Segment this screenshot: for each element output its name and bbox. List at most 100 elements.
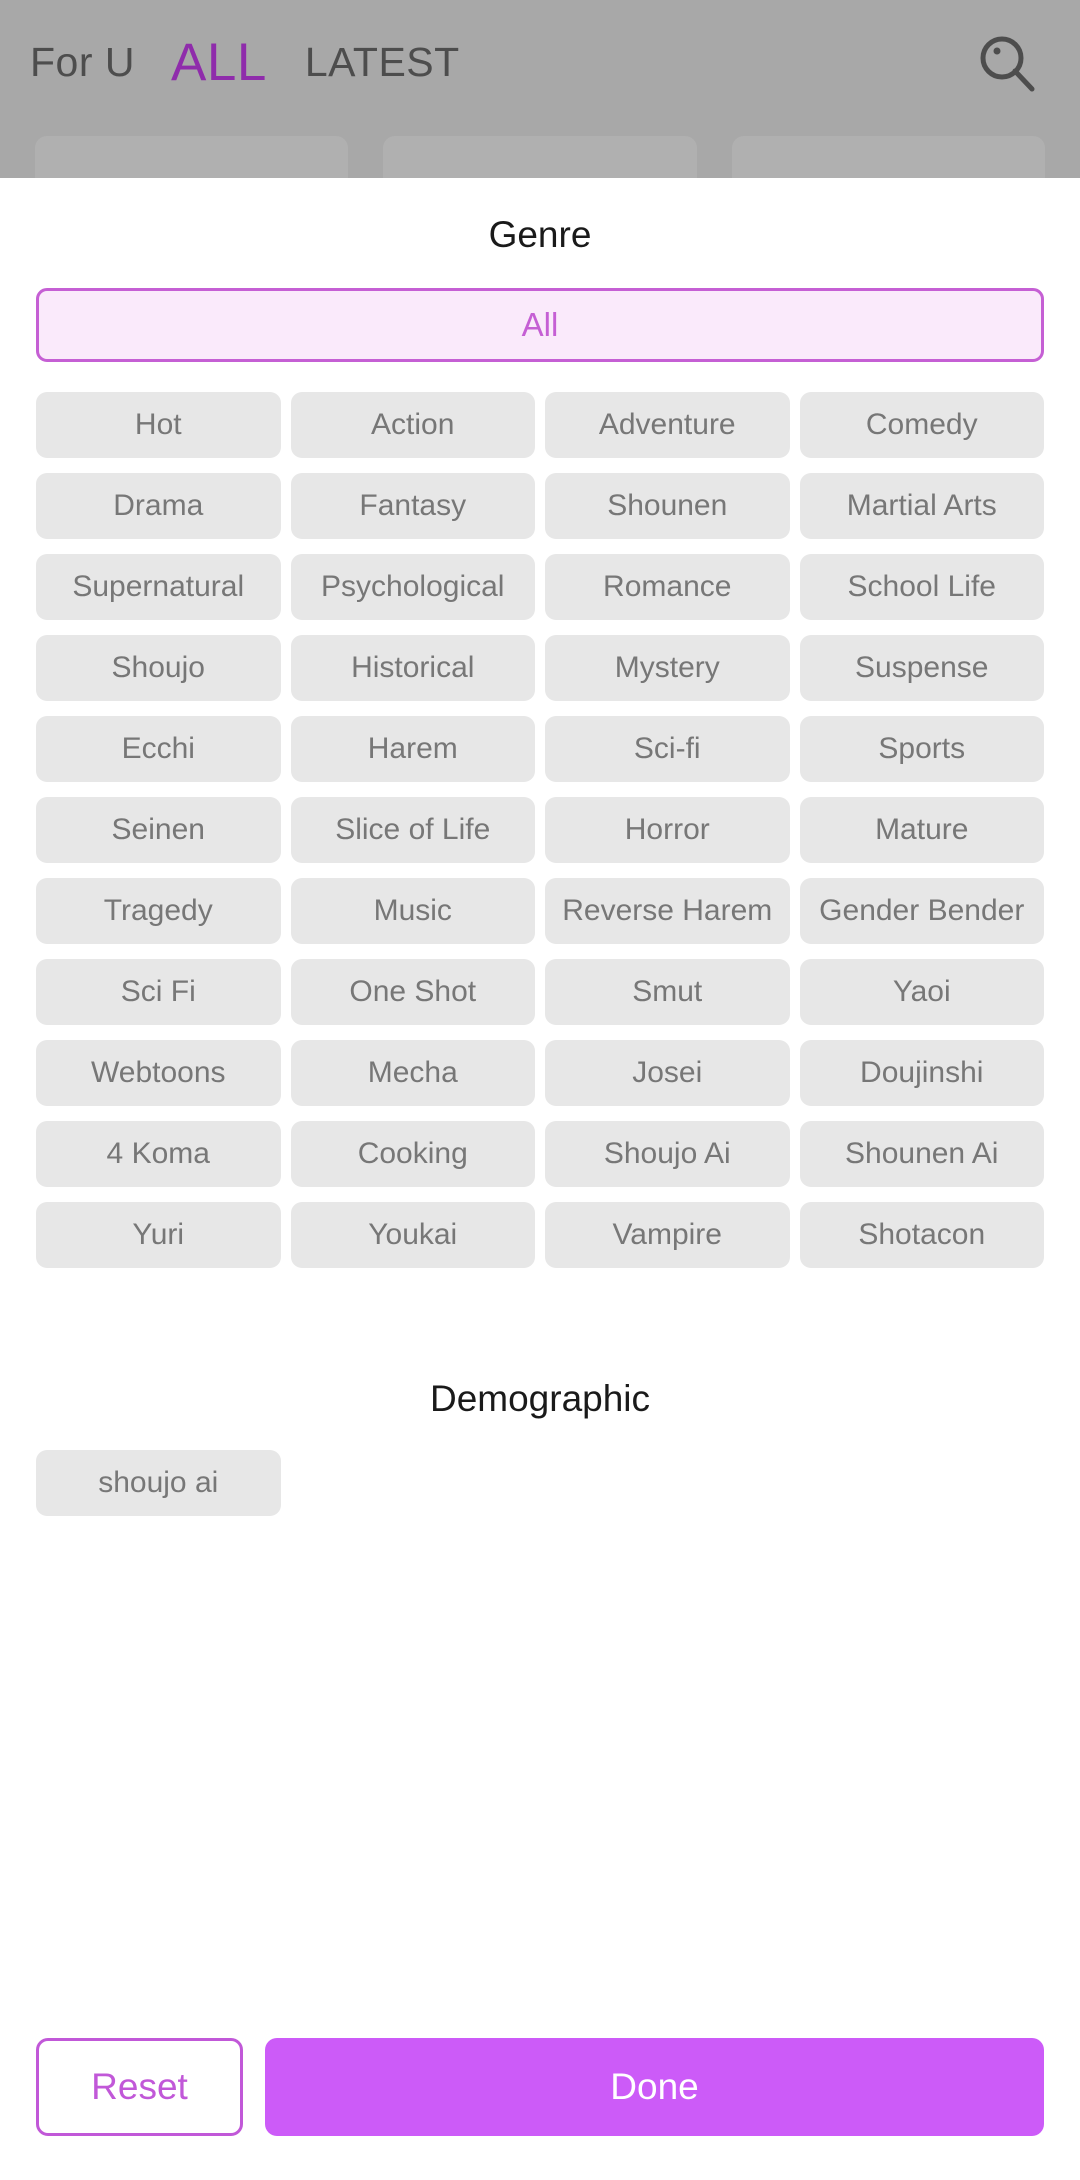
genre-chip[interactable]: Shounen Ai	[799, 1121, 1044, 1187]
genre-chip[interactable]: Youkai	[290, 1202, 535, 1268]
genre-chip-label: Drama	[113, 489, 204, 522]
genre-chip-label: Smut	[632, 975, 703, 1008]
genre-chip-label: Music	[373, 894, 452, 927]
genre-chip-label: Vampire	[612, 1218, 722, 1251]
genre-chip[interactable]: 4 Koma	[36, 1121, 281, 1187]
genre-chip[interactable]: Harem	[290, 716, 535, 782]
genre-chip[interactable]: Sci-fi	[545, 716, 790, 782]
genre-chip[interactable]: Yuri	[36, 1202, 281, 1268]
genre-chip[interactable]: Webtoons	[36, 1040, 281, 1106]
genre-chip[interactable]: Psychological	[290, 554, 535, 620]
genre-chip-label: Mystery	[614, 651, 720, 684]
genre-chip[interactable]: Hot	[36, 392, 281, 458]
genre-chip-label: Josei	[632, 1056, 703, 1089]
demographic-chip[interactable]: shoujo ai	[36, 1450, 281, 1516]
genre-chip[interactable]: Martial Arts	[799, 473, 1044, 539]
done-button-label: Done	[610, 2066, 699, 2107]
genre-chip-label: Sci Fi	[120, 975, 196, 1008]
genre-chip-label: School Life	[847, 570, 996, 603]
genre-chip-label: Shotacon	[858, 1218, 986, 1251]
genre-chip[interactable]: Sports	[799, 716, 1044, 782]
genre-chip-label: Suspense	[855, 651, 989, 684]
genre-chip[interactable]: Comedy	[799, 392, 1044, 458]
genre-chip[interactable]: Mecha	[290, 1040, 535, 1106]
genre-chip-label: Doujinshi	[860, 1056, 984, 1089]
genre-chip-label: Gender Bender	[819, 894, 1025, 927]
genre-chip-label: Fantasy	[359, 489, 467, 522]
genre-chip-label: Sports	[878, 732, 966, 765]
genre-chip[interactable]: Gender Bender	[799, 878, 1044, 944]
genre-chip[interactable]: Josei	[545, 1040, 790, 1106]
genre-chip[interactable]: Cooking	[290, 1121, 535, 1187]
genre-chip-label: Adventure	[598, 408, 736, 441]
reset-button[interactable]: Reset	[36, 2038, 243, 2136]
genre-chip[interactable]: Adventure	[545, 392, 790, 458]
genre-chip-label: Seinen	[111, 813, 205, 846]
demographic-chip-grid: shoujo ai	[0, 1420, 1080, 1516]
genre-chip-label: Supernatural	[72, 570, 245, 603]
top-tab-bar: For U ALL LATEST	[0, 0, 1080, 125]
genre-chip[interactable]: Suspense	[799, 635, 1044, 701]
genre-chip-label: Youkai	[368, 1218, 458, 1251]
genre-chip-label: Tragedy	[103, 894, 213, 927]
genre-chip[interactable]: Doujinshi	[799, 1040, 1044, 1106]
genre-chip-all[interactable]: All	[36, 288, 1044, 362]
genre-chip-label: Shoujo	[111, 651, 205, 684]
genre-chip-label: Romance	[603, 570, 732, 603]
genre-chip-label: Webtoons	[90, 1056, 226, 1089]
genre-chip[interactable]: Drama	[36, 473, 281, 539]
genre-chip-label: 4 Koma	[106, 1137, 210, 1170]
tab-latest[interactable]: LATEST	[305, 39, 460, 86]
genre-chip-label: Shounen Ai	[845, 1137, 999, 1170]
genre-chip-label: Yuri	[132, 1218, 185, 1251]
genre-chip-label: Yaoi	[892, 975, 951, 1008]
genre-chip-label: Sci-fi	[633, 732, 701, 765]
filter-bottom-sheet: Genre All Hot Action Adventure Comedy Drama F…	[0, 178, 1080, 2180]
genre-chip[interactable]: Sci Fi	[36, 959, 281, 1025]
done-button[interactable]: Done	[265, 2038, 1044, 2136]
genre-chip[interactable]: Yaoi	[799, 959, 1044, 1025]
genre-chip[interactable]: Slice of Life	[290, 797, 535, 863]
genre-chip[interactable]: Shoujo	[36, 635, 281, 701]
genre-chip-label: Comedy	[865, 408, 978, 441]
tab-all[interactable]: ALL	[171, 32, 267, 93]
search-icon[interactable]	[972, 28, 1044, 100]
demographic-section-title: Demographic	[429, 1378, 651, 1419]
genre-chip[interactable]: One Shot	[290, 959, 535, 1025]
genre-chip[interactable]: Shounen	[545, 473, 790, 539]
genre-chip-label: Shounen	[607, 489, 728, 522]
genre-chip-label: Reverse Harem	[562, 894, 773, 927]
genre-chip-label: Cooking	[357, 1137, 468, 1170]
genre-chip[interactable]: Action	[290, 392, 535, 458]
genre-chip[interactable]: Mystery	[545, 635, 790, 701]
genre-chip-label: Harem	[367, 732, 458, 765]
genre-chip-label: Mature	[875, 813, 969, 846]
genre-chip[interactable]: Historical	[290, 635, 535, 701]
genre-chip[interactable]: School Life	[799, 554, 1044, 620]
genre-chip[interactable]: Vampire	[545, 1202, 790, 1268]
genre-chip[interactable]: Ecchi	[36, 716, 281, 782]
demographic-chip-label: shoujo ai	[98, 1466, 219, 1499]
genre-chip[interactable]: Shotacon	[799, 1202, 1044, 1268]
genre-chip[interactable]: Smut	[545, 959, 790, 1025]
genre-chip[interactable]: Tragedy	[36, 878, 281, 944]
genre-chip-label: Ecchi	[121, 732, 195, 765]
genre-chip-label: Shoujo Ai	[603, 1137, 731, 1170]
genre-chip-label: One Shot	[349, 975, 477, 1008]
genre-chip[interactable]: Mature	[799, 797, 1044, 863]
genre-chip-label: Hot	[134, 408, 182, 441]
genre-section-title: Genre	[488, 214, 592, 255]
genre-chip-label: Psychological	[321, 570, 505, 603]
genre-chip[interactable]: Fantasy	[290, 473, 535, 539]
genre-chip[interactable]: Shoujo Ai	[545, 1121, 790, 1187]
genre-chip[interactable]: Seinen	[36, 797, 281, 863]
genre-chip-label: Martial Arts	[846, 489, 997, 522]
tab-for-u[interactable]: For U	[30, 39, 135, 86]
genre-chip[interactable]: Horror	[545, 797, 790, 863]
genre-chip-label: Historical	[351, 651, 475, 684]
genre-chip-all-label: All	[521, 306, 559, 343]
genre-chip[interactable]: Reverse Harem	[545, 878, 790, 944]
genre-chip[interactable]: Romance	[545, 554, 790, 620]
genre-chip[interactable]: Supernatural	[36, 554, 281, 620]
genre-chip[interactable]: Music	[290, 878, 535, 944]
